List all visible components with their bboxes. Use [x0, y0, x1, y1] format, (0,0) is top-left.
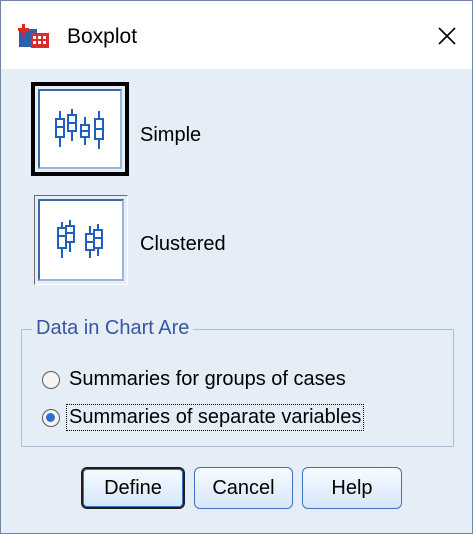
- title-bar: Boxplot: [1, 1, 472, 69]
- radio-label-groups-of-cases: Summaries for groups of cases: [69, 368, 346, 390]
- radio-label-separate-variables: Summaries of separate variables: [65, 404, 365, 431]
- radio-button-unchecked[interactable]: [42, 370, 60, 389]
- close-icon: [438, 27, 456, 45]
- close-button[interactable]: [425, 15, 469, 57]
- define-button[interactable]: Define: [81, 467, 185, 509]
- window-title: Boxplot: [67, 25, 138, 48]
- simple-chart-tile: [38, 89, 122, 169]
- simple-chart-button[interactable]: [31, 82, 129, 176]
- simple-boxplot-icon: [55, 109, 104, 149]
- radio-separate-variables[interactable]: Summaries of separate variables: [42, 404, 365, 431]
- groupbox-legend: Data in Chart Are: [32, 317, 194, 340]
- clustered-label: Clustered: [140, 233, 226, 255]
- clustered-chart-button[interactable]: [34, 195, 128, 285]
- app-icon: [18, 24, 49, 48]
- cancel-button[interactable]: Cancel: [194, 467, 293, 509]
- radio-button-checked[interactable]: [42, 408, 60, 427]
- boxplot-dialog: Boxplot Simple Clustered Data in Chart A…: [0, 0, 473, 534]
- help-button[interactable]: Help: [302, 467, 402, 509]
- clustered-chart-tile: [38, 199, 124, 281]
- clustered-boxplot-icon: [57, 220, 103, 258]
- simple-label: Simple: [140, 124, 202, 146]
- radio-groups-of-cases[interactable]: Summaries for groups of cases: [42, 367, 348, 392]
- dialog-body: Simple Clustered Data in Chart Are Summa…: [1, 69, 472, 533]
- data-in-chart-groupbox: Data in Chart Are Summaries for groups o…: [21, 317, 454, 447]
